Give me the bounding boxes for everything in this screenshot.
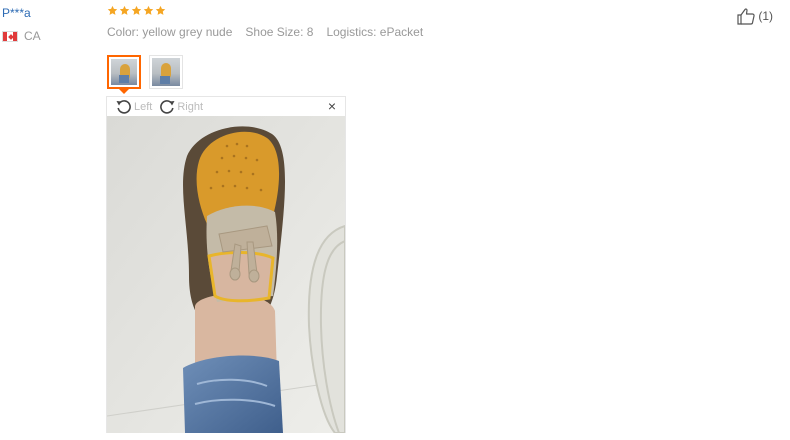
review-attributes: Color: yellow grey nude Shoe Size: 8 Log…	[107, 25, 423, 39]
attribute-shoe-size: Shoe Size: 8	[245, 25, 314, 39]
helpful-like-button[interactable]: (1)	[736, 7, 773, 25]
rotate-right-icon	[158, 98, 176, 116]
active-thumbnail-caret	[119, 89, 129, 94]
photo-thumbnail[interactable]	[107, 55, 141, 89]
star-icon	[131, 5, 142, 16]
review-photo-thumbnails	[107, 55, 183, 89]
rotate-left-button[interactable]: Left	[115, 98, 152, 116]
photo-viewer: Left Right ×	[106, 96, 346, 433]
star-icon	[107, 5, 118, 16]
reviewer-name[interactable]: P***a	[2, 6, 31, 20]
rotate-left-icon	[115, 98, 133, 116]
photo-thumbnail[interactable]	[149, 55, 183, 89]
rotate-left-label: Left	[134, 100, 153, 113]
review-photo	[107, 116, 345, 433]
country-code: CA	[24, 29, 41, 43]
close-icon[interactable]: ×	[328, 99, 336, 113]
star-icon	[155, 5, 166, 16]
attribute-logistics: Logistics: ePacket	[326, 25, 424, 39]
photo-viewer-toolbar: Left Right ×	[107, 97, 345, 116]
rating-stars	[107, 5, 166, 16]
star-icon	[119, 5, 130, 16]
canada-flag-icon	[2, 30, 18, 42]
attribute-color: Color: yellow grey nude	[107, 25, 233, 39]
star-icon	[143, 5, 154, 16]
rotate-right-button[interactable]: Right	[158, 98, 203, 116]
like-count: (1)	[758, 9, 773, 23]
rotate-right-label: Right	[177, 100, 204, 113]
thumbs-up-icon	[736, 7, 756, 25]
reviewer-country: CA	[2, 29, 41, 43]
